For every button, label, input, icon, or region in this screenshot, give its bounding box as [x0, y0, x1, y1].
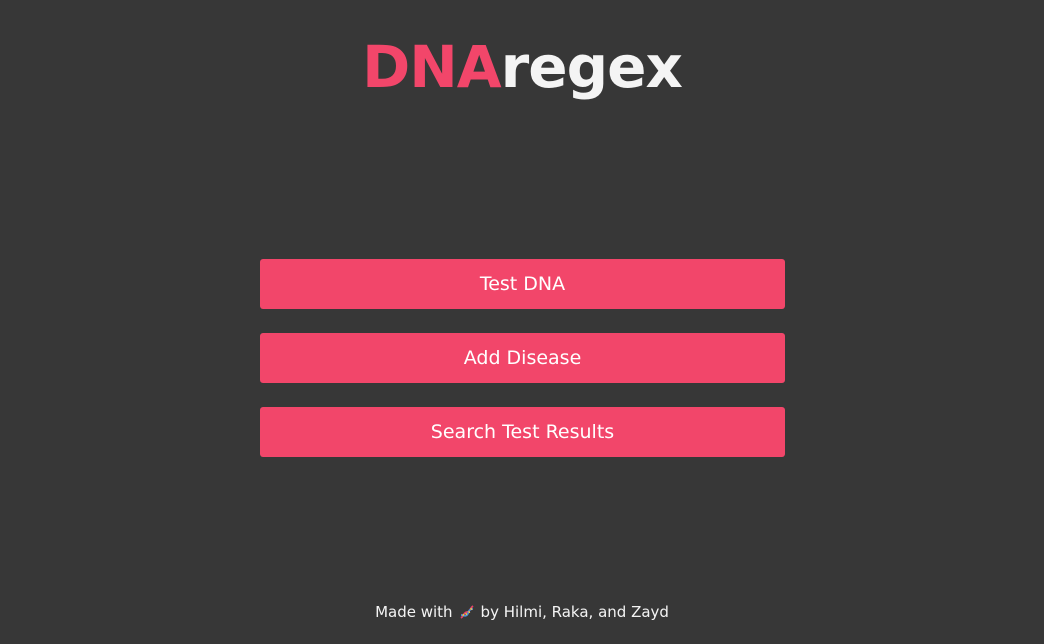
footer: Made with by Hilmi, Raka, and Zayd — [0, 602, 1044, 622]
footer-prefix: Made with — [375, 603, 453, 621]
test-dna-button[interactable]: Test DNA — [260, 259, 785, 309]
title-rest: regex — [500, 33, 683, 101]
dna-icon — [458, 603, 476, 621]
footer-suffix: by Hilmi, Raka, and Zayd — [480, 603, 669, 621]
title-accent: DNA — [362, 33, 502, 101]
page-title: DNAregex — [0, 34, 1044, 100]
search-test-results-button[interactable]: Search Test Results — [260, 407, 785, 457]
add-disease-button[interactable]: Add Disease — [260, 333, 785, 383]
